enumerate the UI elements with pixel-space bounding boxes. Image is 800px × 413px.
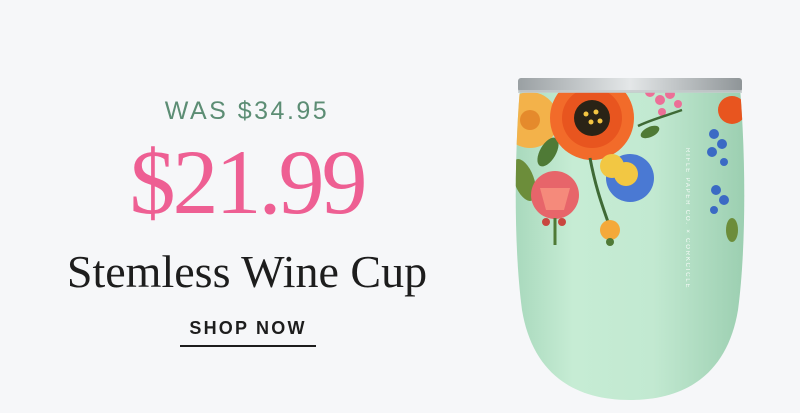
stemless-wine-cup-icon: RIFLE PAPER CO. × CORKCICLE <box>515 78 745 400</box>
shop-now-link[interactable]: SHOP NOW <box>180 318 316 347</box>
product-name: Stemless Wine Cup <box>66 246 428 297</box>
cup-lid <box>518 78 742 92</box>
original-price: WAS $34.95 <box>164 97 330 125</box>
promo-banner[interactable]: WAS $34.95 $21.99 Stemless Wine Cup SHOP… <box>0 0 800 413</box>
promo-text-block: WAS $34.95 $21.99 Stemless Wine Cup SHOP… <box>0 0 494 413</box>
product-image[interactable]: RIFLE PAPER CO. × CORKCICLE <box>500 70 760 413</box>
sale-price: $21.99 <box>129 131 368 233</box>
brand-side-text: RIFLE PAPER CO. × CORKCICLE <box>684 148 690 289</box>
